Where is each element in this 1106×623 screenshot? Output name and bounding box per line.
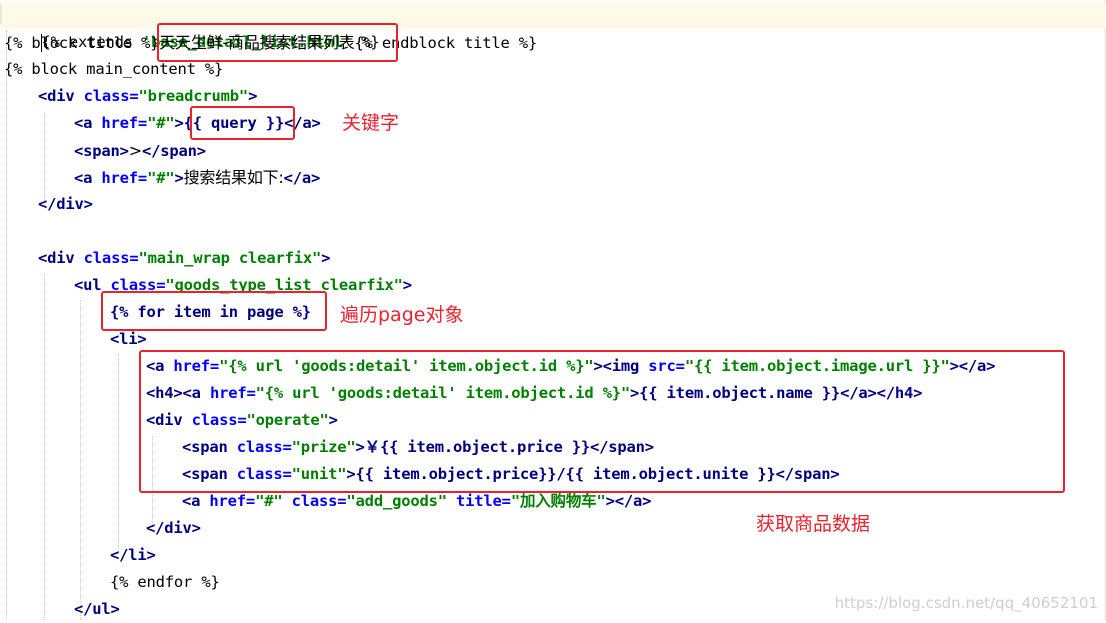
attribute-value: "breadcrumb" (138, 87, 249, 105)
html-tag: ></a> (605, 492, 652, 510)
code-line-21[interactable]: {% endfor %} (110, 569, 220, 596)
html-tag: </li> (110, 546, 156, 564)
template-tag: {% block main_content %} (4, 60, 224, 78)
text-content: > (128, 141, 143, 160)
code-line-8[interactable]: </div> (38, 191, 93, 218)
html-tag: <span> (74, 142, 129, 160)
code-line-9[interactable]: <div class="main_wrap clearfix"> (38, 245, 330, 272)
indent-guide (80, 300, 81, 620)
template-tag: {% block title %} (4, 34, 160, 52)
html-tag: > (248, 87, 258, 105)
gutter-marker (0, 4, 2, 24)
attribute-value: "add_goods" (346, 492, 447, 510)
html-tag: > (402, 276, 412, 294)
attribute-value: "加入购物车" (510, 492, 606, 510)
code-line-20[interactable]: </li> (110, 542, 156, 569)
html-tag: <a (74, 169, 102, 187)
html-tag: <a (74, 114, 102, 132)
html-tag: </span> (142, 142, 206, 160)
code-line-19[interactable]: </div> (146, 515, 201, 542)
html-tag: <a (182, 492, 210, 510)
html-tag: </a> (283, 169, 321, 187)
code-line-22[interactable]: </ul> (74, 596, 120, 623)
html-tag: <li> (110, 330, 147, 348)
attribute-name: href= (101, 169, 148, 187)
title-highlight-box (157, 23, 398, 62)
html-tag: > (174, 169, 184, 187)
watermark: https://blog.csdn.net/qq_40652101 (834, 594, 1098, 612)
html-tag: <div (38, 87, 84, 105)
attribute-value: "#" (255, 492, 283, 510)
html-tag: <div (38, 249, 84, 267)
text-content: 搜索结果如下: (183, 168, 284, 187)
attribute-value: "main_wrap clearfix" (138, 249, 322, 267)
attribute-name: class= (282, 492, 347, 510)
html-tag: > (174, 114, 184, 132)
code-editor[interactable]: {% extends 'base_detail_list.html' %} {%… (0, 0, 1106, 620)
query-highlight-box (190, 106, 295, 140)
template-tag: {% endfor %} (110, 573, 220, 591)
indent-guide (6, 30, 7, 620)
attribute-name: href= (209, 492, 256, 510)
attribute-name: class= (83, 249, 139, 267)
attribute-name: href= (101, 114, 148, 132)
indent-guide (44, 274, 45, 620)
code-line-6[interactable]: <span>></span> (74, 137, 206, 164)
html-tag: </div> (38, 195, 93, 213)
attribute-name: title= (446, 492, 511, 510)
html-tag: </ul> (74, 600, 120, 618)
code-line-7[interactable]: <a href="#">搜索结果如下:</a> (74, 164, 320, 191)
indent-guide (118, 354, 119, 554)
html-tag: > (321, 249, 331, 267)
for-loop-highlight-box (101, 291, 327, 331)
iterate-annotation: 遍历page对象 (340, 304, 464, 326)
fetch-annotation: 获取商品数据 (756, 513, 871, 535)
html-tag: </div> (146, 519, 201, 537)
attribute-name: class= (83, 87, 139, 105)
attribute-value: "#" (147, 114, 175, 132)
attribute-value: "#" (147, 169, 175, 187)
keyword-annotation: 关键字 (342, 112, 400, 134)
goods-data-highlight-box (139, 350, 1065, 493)
